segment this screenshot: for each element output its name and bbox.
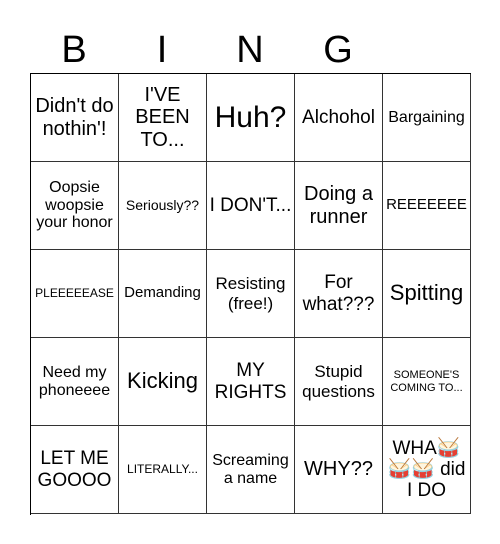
bingo-card: Didn't do nothin'! I'VE BEEN TO... Huh? … <box>30 73 471 515</box>
bingo-cell[interactable]: Spitting <box>383 250 471 338</box>
bingo-cell[interactable]: LITERALLY... <box>119 426 207 514</box>
bingo-cell[interactable]: Demanding <box>119 250 207 338</box>
bingo-cell[interactable]: REEEEEEE <box>383 162 471 250</box>
bingo-cell[interactable]: Stupid questions <box>295 338 383 426</box>
bingo-header: B I N G <box>30 28 470 72</box>
bingo-cell[interactable]: Huh? <box>207 74 295 162</box>
bingo-cell[interactable]: MY RIGHTS <box>207 338 295 426</box>
header-letter-g: G <box>323 29 353 71</box>
bingo-cell[interactable]: I DON'T... <box>207 162 295 250</box>
bingo-cell[interactable]: Alchohol <box>295 74 383 162</box>
bingo-cell[interactable]: Screaming a name <box>207 426 295 514</box>
bingo-cell[interactable]: PLEEEEEASE <box>31 250 119 338</box>
bingo-cell[interactable]: Resisting (free!) <box>207 250 295 338</box>
bingo-cell[interactable]: Doing a runner <box>295 162 383 250</box>
header-letter-o <box>382 28 470 72</box>
bingo-cell[interactable]: Didn't do nothin'! <box>31 74 119 162</box>
bingo-cell[interactable]: Kicking <box>119 338 207 426</box>
header-letter-n: N <box>236 29 264 71</box>
bingo-cell[interactable]: LET ME GOOOO <box>31 426 119 514</box>
bingo-cell[interactable]: SOMEONE'S COMING TO... <box>383 338 471 426</box>
bingo-cell[interactable]: WHA🥁🥁🥁 did I DO <box>383 426 471 514</box>
bingo-cell[interactable]: Seriously?? <box>119 162 207 250</box>
bingo-cell[interactable]: Oopsie woopsie your honor <box>31 162 119 250</box>
bingo-cell[interactable]: Bargaining <box>383 74 471 162</box>
bingo-cell[interactable]: WHY?? <box>295 426 383 514</box>
bingo-cell[interactable]: I'VE BEEN TO... <box>119 74 207 162</box>
bingo-cell[interactable]: Need my phoneeee <box>31 338 119 426</box>
header-letter-i: I <box>156 29 168 71</box>
header-letter-b: B <box>61 29 87 71</box>
bingo-cell[interactable]: For what??? <box>295 250 383 338</box>
